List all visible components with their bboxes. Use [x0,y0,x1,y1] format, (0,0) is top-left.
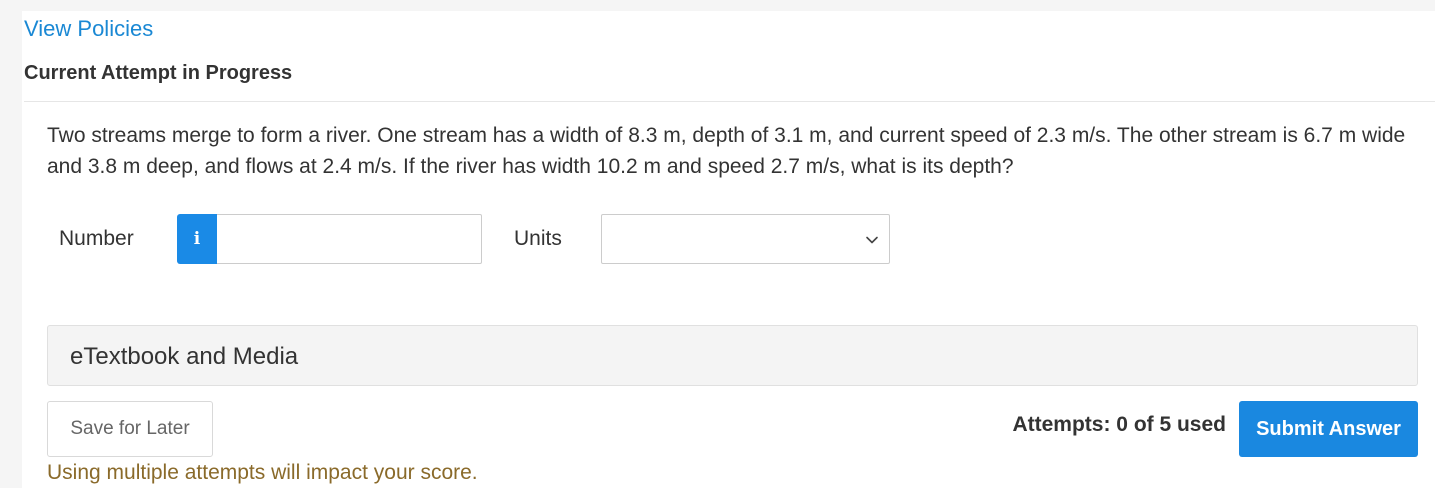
units-select[interactable] [601,214,890,264]
top-background-strip [0,0,1435,11]
number-label: Number [59,227,134,250]
units-label: Units [514,227,562,250]
attempt-heading: Current Attempt in Progress [24,62,293,84]
attempts-counter: Attempts: 0 of 5 used [1012,413,1226,436]
submit-answer-button[interactable]: Submit Answer [1239,401,1418,457]
save-for-later-button[interactable]: Save for Later [47,401,213,457]
question-text: Two streams merge to form a river. One s… [47,124,1406,178]
view-policies-link[interactable]: View Policies [24,16,153,42]
etextbook-media-title: eTextbook and Media [70,343,299,370]
heading-divider [24,101,1435,102]
chevron-down-icon [866,236,878,244]
info-icon: i [193,229,201,249]
number-input[interactable] [217,214,482,264]
left-background-strip [0,0,22,488]
info-button[interactable]: i [177,214,217,264]
etextbook-media-panel[interactable]: eTextbook and Media [47,325,1418,386]
attempts-warning: Using multiple attempts will impact your… [47,461,478,484]
